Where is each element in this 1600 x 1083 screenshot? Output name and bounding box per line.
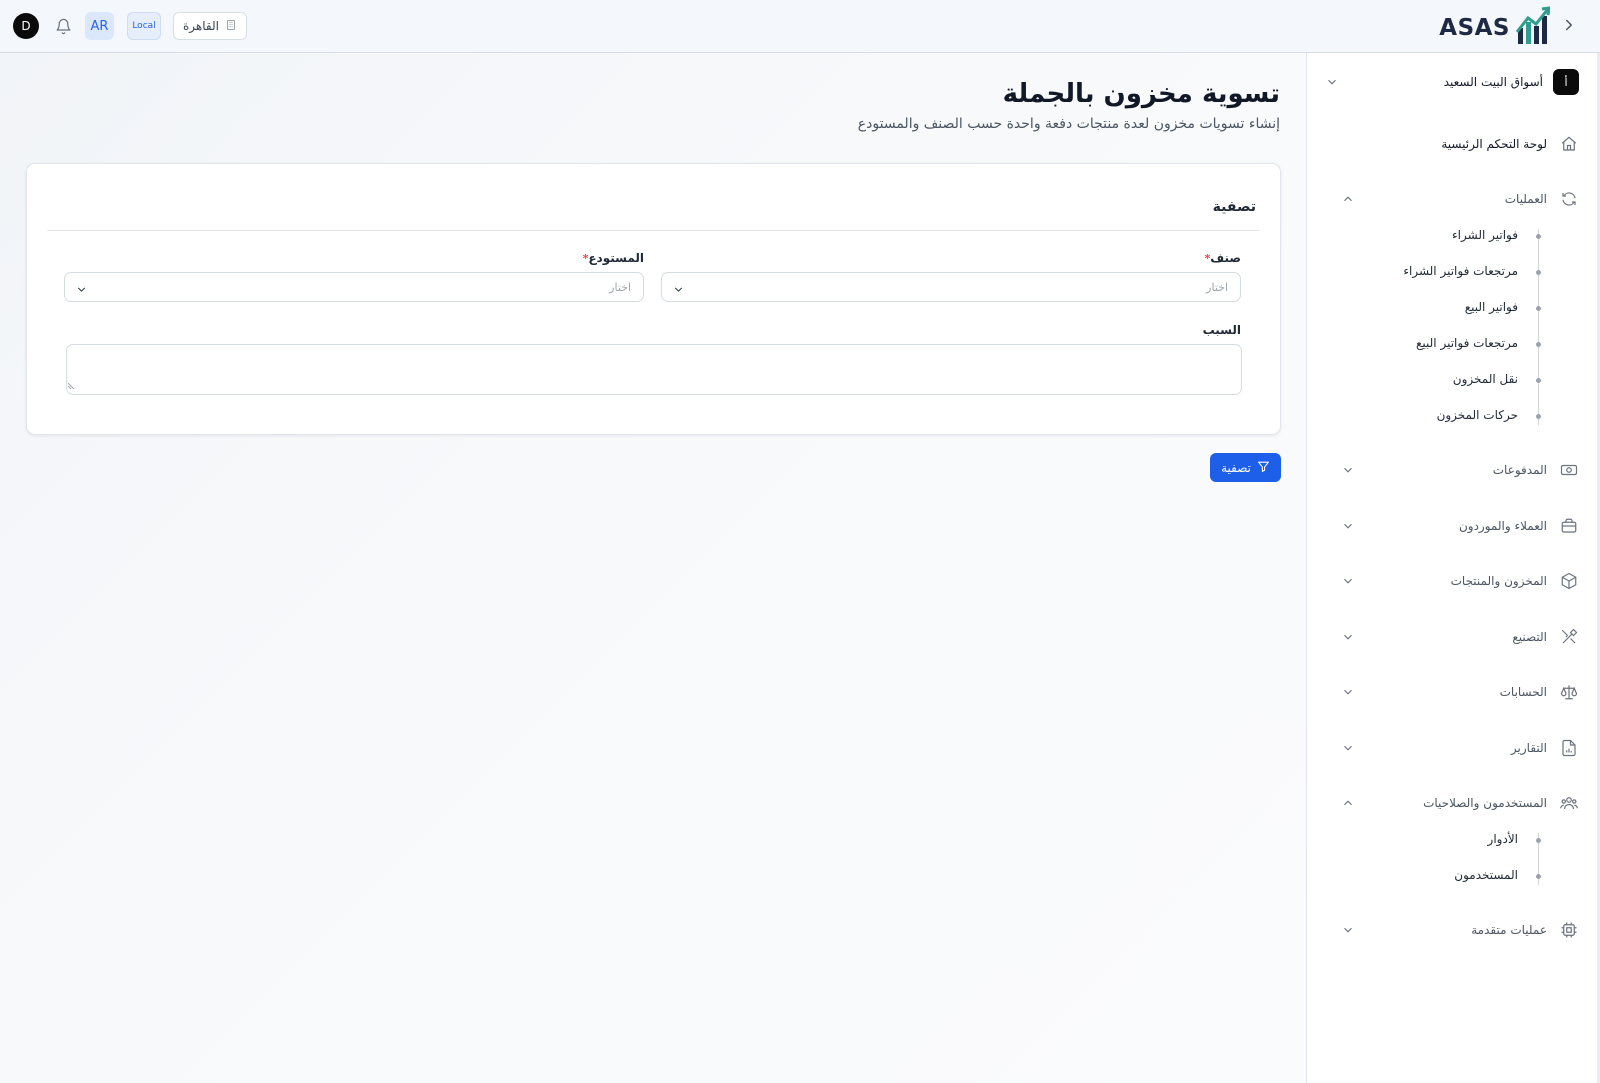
sidebar-item-manufacturing[interactable]: التصنيع xyxy=(1341,626,1579,648)
card-title: تصفية xyxy=(1212,199,1256,215)
store-badge: أ xyxy=(1553,69,1579,95)
logo-text: ASAS xyxy=(1439,15,1510,41)
submenu-dot xyxy=(1536,306,1541,311)
chevron-down-icon xyxy=(1341,740,1355,759)
chevron-down-icon xyxy=(672,281,685,300)
sidebar-subitem-roles[interactable]: الأدوار xyxy=(1488,832,1518,846)
filter-button-label: تصفية xyxy=(1221,460,1251,475)
sidebar-item-users-permissions[interactable]: المستخدمون والصلاحيات xyxy=(1341,792,1579,814)
divider xyxy=(47,230,1260,231)
sidebar-item-label: العملاء والموردون xyxy=(1458,519,1547,533)
category-label: صنف* xyxy=(1204,251,1241,265)
chip-icon xyxy=(1559,920,1579,940)
chevron-right-icon[interactable] xyxy=(1560,16,1580,36)
sidebar-item-label: المستخدمون والصلاحيات xyxy=(1423,796,1547,810)
sidebar-item-accounts[interactable]: الحسابات xyxy=(1341,681,1579,703)
sidebar-item-dashboard[interactable]: لوحة التحكم الرئيسية xyxy=(1341,133,1579,155)
category-select[interactable]: اختار xyxy=(661,272,1241,302)
sidebar-subitem-stock-movements[interactable]: حركات المخزون xyxy=(1437,408,1518,422)
warehouse-placeholder: اختار xyxy=(609,280,631,294)
chevron-down-icon xyxy=(1341,573,1355,592)
building-icon xyxy=(225,19,237,34)
scale-icon xyxy=(1559,682,1579,702)
sidebar-item-inventory-products[interactable]: المخزون والمنتجات xyxy=(1341,570,1579,592)
resize-handle-icon[interactable] xyxy=(67,374,76,393)
warehouse-label: المستودع* xyxy=(583,251,644,265)
sidebar-item-label: التصنيع xyxy=(1512,630,1547,644)
page-subtitle: إنشاء تسويات مخزون لعدة منتجات دفعة واحد… xyxy=(857,116,1280,132)
submenu-line xyxy=(1538,229,1539,425)
filter-button[interactable]: تصفية xyxy=(1210,453,1281,482)
submenu-dot xyxy=(1536,414,1541,419)
submenu-dot xyxy=(1536,378,1541,383)
chevron-down-icon xyxy=(1325,74,1339,93)
reason-textarea[interactable] xyxy=(66,344,1242,395)
sidebar-item-label: عمليات متقدمة xyxy=(1471,923,1547,937)
sidebar-item-label: الحسابات xyxy=(1499,685,1547,699)
chevron-down-icon xyxy=(1341,629,1355,648)
submenu-dot xyxy=(1536,342,1541,347)
sidebar-item-label: لوحة التحكم الرئيسية xyxy=(1441,137,1547,151)
sidebar-item-reports[interactable]: التقارير xyxy=(1341,737,1579,759)
top-header: D AR Local القاهرة ASAS xyxy=(0,0,1600,53)
sidebar-subitem-stock-transfer[interactable]: نقل المخزون xyxy=(1453,372,1518,386)
branch-selector-button[interactable]: القاهرة xyxy=(173,12,247,40)
sidebar-subitem-users[interactable]: المستخدمون xyxy=(1454,868,1518,882)
box-icon xyxy=(1559,571,1579,591)
sidebar-subitem-sales-invoices[interactable]: فواتير البيع xyxy=(1465,300,1518,314)
environment-badge[interactable]: Local xyxy=(127,12,161,40)
sidebar-item-advanced-operations[interactable]: عمليات متقدمة xyxy=(1341,919,1579,941)
sidebar: أ أسواق البيت السعيد لوحة التحكم الرئيسي… xyxy=(1306,53,1600,1083)
tools-icon xyxy=(1559,627,1579,647)
report-icon xyxy=(1559,738,1579,758)
store-name: أسواق البيت السعيد xyxy=(1443,75,1543,89)
chevron-down-icon xyxy=(1341,462,1355,481)
app-logo[interactable]: ASAS xyxy=(1439,6,1551,50)
briefcase-icon xyxy=(1559,516,1579,536)
header-actions: D AR Local القاهرة xyxy=(13,12,247,40)
page-title: تسوية مخزون بالجملة xyxy=(1002,79,1280,109)
chevron-down-icon xyxy=(1341,684,1355,703)
cash-icon xyxy=(1559,460,1579,480)
chevron-down-icon xyxy=(1341,922,1355,941)
users-icon xyxy=(1559,793,1579,813)
category-label-text: صنف xyxy=(1210,251,1241,265)
chevron-down-icon xyxy=(75,281,88,300)
chevron-up-icon xyxy=(1341,795,1355,814)
bell-icon[interactable] xyxy=(53,16,73,36)
chevron-down-icon xyxy=(1341,518,1355,537)
sidebar-item-label: المدفوعات xyxy=(1492,463,1547,477)
reason-label: السبب xyxy=(1202,323,1241,337)
submenu-dot xyxy=(1536,270,1541,275)
filter-card: تصفية صنف* اختار المستودع* اختار السبب xyxy=(26,163,1281,435)
submenu-dot xyxy=(1536,838,1541,843)
sidebar-item-label: العمليات xyxy=(1504,192,1547,206)
store-selector[interactable]: أ أسواق البيت السعيد xyxy=(1325,69,1579,95)
language-toggle-button[interactable]: AR xyxy=(85,12,114,40)
sidebar-item-label: التقارير xyxy=(1510,741,1547,755)
filter-icon xyxy=(1257,460,1270,476)
submenu-dot xyxy=(1536,234,1541,239)
sidebar-subitem-purchase-returns[interactable]: مرتجعات فواتير الشراء xyxy=(1403,264,1518,278)
sidebar-item-payments[interactable]: المدفوعات xyxy=(1341,459,1579,481)
branch-label: القاهرة xyxy=(183,19,219,33)
main-content: تسوية مخزون بالجملة إنشاء تسويات مخزون ل… xyxy=(0,53,1306,1083)
submenu-dot xyxy=(1536,874,1541,879)
warehouse-select[interactable]: اختار xyxy=(64,272,644,302)
warehouse-label-text: المستودع xyxy=(588,251,644,265)
sidebar-subitem-sales-returns[interactable]: مرتجعات فواتير البيع xyxy=(1416,336,1518,350)
sidebar-item-operations[interactable]: العمليات xyxy=(1341,188,1579,210)
sidebar-item-customers-suppliers[interactable]: العملاء والموردون xyxy=(1341,515,1579,537)
home-icon xyxy=(1559,134,1579,154)
logo-chart-icon xyxy=(1515,6,1551,50)
user-avatar[interactable]: D xyxy=(13,13,39,39)
chevron-up-icon xyxy=(1341,191,1355,210)
sidebar-subitem-purchase-invoices[interactable]: فواتير الشراء xyxy=(1452,228,1518,242)
refresh-icon xyxy=(1559,189,1579,209)
category-placeholder: اختار xyxy=(1206,280,1228,294)
sidebar-item-label: المخزون والمنتجات xyxy=(1450,574,1547,588)
